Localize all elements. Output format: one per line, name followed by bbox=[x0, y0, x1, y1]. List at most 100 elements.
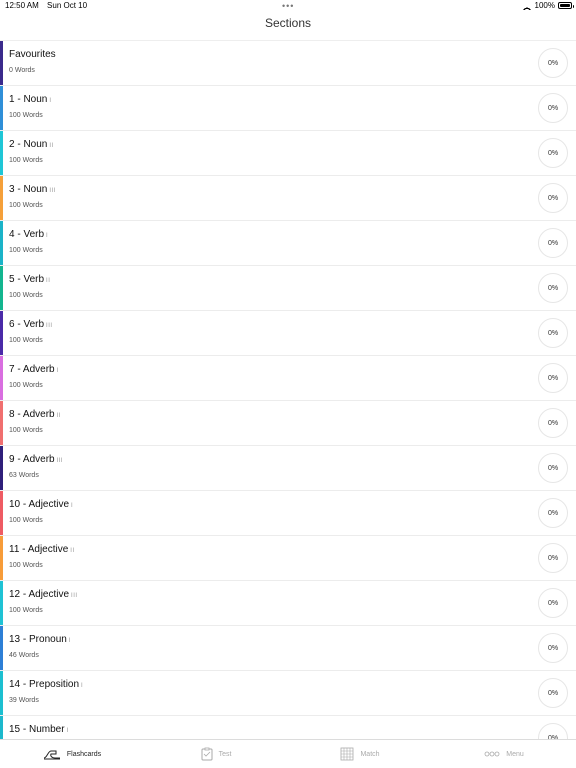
section-color-stripe bbox=[0, 446, 3, 490]
section-level: I bbox=[56, 368, 59, 374]
tab-bar: Flashcards Test Match Menu bbox=[0, 739, 576, 768]
tab-label: Test bbox=[218, 750, 232, 758]
section-title-text: Favourites bbox=[9, 49, 56, 60]
section-row[interactable]: 6 - Verb III 100 Words 0% bbox=[0, 311, 576, 356]
section-level: II bbox=[49, 143, 54, 149]
section-row[interactable]: 2 - Noun II 100 Words 0% bbox=[0, 131, 576, 176]
section-title-text: 2 - Noun bbox=[9, 139, 48, 150]
section-title: 1 - Noun I bbox=[9, 94, 52, 105]
section-title: 13 - Pronoun I bbox=[9, 634, 71, 645]
section-color-stripe bbox=[0, 176, 3, 220]
section-title-text: 14 - Preposition bbox=[9, 679, 80, 690]
section-progress-circle[interactable]: 0% bbox=[538, 138, 568, 168]
status-date: Sun Oct 10 bbox=[47, 1, 88, 10]
section-title-text: 1 - Noun bbox=[9, 94, 48, 105]
section-word-count: 100 Words bbox=[9, 292, 43, 299]
section-progress-circle[interactable]: 0% bbox=[538, 408, 568, 438]
section-progress-circle[interactable]: 0% bbox=[538, 183, 568, 213]
section-row[interactable]: 15 - Number I 0% bbox=[0, 716, 576, 739]
section-progress-circle[interactable]: 0% bbox=[538, 48, 568, 78]
battery-icon bbox=[558, 2, 574, 9]
section-title-text: 12 - Adjective bbox=[9, 589, 70, 600]
section-title: 4 - Verb I bbox=[9, 229, 48, 240]
section-color-stripe bbox=[0, 266, 3, 310]
section-progress-circle[interactable]: 0% bbox=[538, 498, 568, 528]
section-word-count: 100 Words bbox=[9, 562, 43, 569]
tab-match[interactable]: Match bbox=[288, 740, 432, 768]
section-progress-circle[interactable]: 0% bbox=[538, 93, 568, 123]
section-row[interactable]: 1 - Noun I 100 Words 0% bbox=[0, 86, 576, 131]
section-level: II bbox=[46, 278, 51, 284]
section-row[interactable]: 4 - Verb I 100 Words 0% bbox=[0, 221, 576, 266]
section-progress-circle[interactable]: 0% bbox=[538, 228, 568, 258]
tab-flashcards[interactable]: Flashcards bbox=[0, 740, 144, 768]
wifi-icon bbox=[521, 1, 532, 10]
multitasking-dots-icon[interactable]: ••• bbox=[282, 2, 294, 11]
section-progress-circle[interactable]: 0% bbox=[538, 273, 568, 303]
section-row[interactable]: 7 - Adverb I 100 Words 0% bbox=[0, 356, 576, 401]
section-progress-circle[interactable]: 0% bbox=[538, 318, 568, 348]
tab-label: Match bbox=[360, 750, 380, 758]
section-row[interactable]: 11 - Adjective II 100 Words 0% bbox=[0, 536, 576, 581]
section-color-stripe bbox=[0, 86, 3, 130]
section-title: 10 - Adjective I bbox=[9, 499, 73, 510]
section-word-count: 100 Words bbox=[9, 202, 43, 209]
section-level: I bbox=[68, 638, 71, 644]
section-title: 3 - Noun III bbox=[9, 184, 56, 195]
section-title: 7 - Adverb I bbox=[9, 364, 59, 375]
test-icon bbox=[201, 747, 213, 761]
section-word-count: 100 Words bbox=[9, 112, 43, 119]
section-level: I bbox=[66, 728, 69, 734]
section-color-stripe bbox=[0, 401, 3, 445]
section-progress-circle[interactable]: 0% bbox=[538, 678, 568, 708]
section-title: 14 - Preposition I bbox=[9, 679, 83, 690]
section-color-stripe bbox=[0, 41, 3, 85]
section-row[interactable]: 14 - Preposition I 39 Words 0% bbox=[0, 671, 576, 716]
section-word-count: 100 Words bbox=[9, 382, 43, 389]
section-level: III bbox=[49, 188, 56, 194]
section-title-text: 6 - Verb bbox=[9, 319, 45, 330]
section-level: I bbox=[49, 98, 52, 104]
section-row[interactable]: 5 - Verb II 100 Words 0% bbox=[0, 266, 576, 311]
section-title: 6 - Verb III bbox=[9, 319, 53, 330]
section-word-count: 39 Words bbox=[9, 697, 39, 704]
section-row[interactable]: 3 - Noun III 100 Words 0% bbox=[0, 176, 576, 221]
page-title: Sections bbox=[264, 16, 312, 30]
section-list[interactable]: Favourites 0 Words 0% 1 - Noun I 100 Words 0% 2… bbox=[0, 40, 576, 739]
status-time: 12:50 AM bbox=[5, 1, 39, 10]
match-icon bbox=[340, 747, 354, 761]
section-title: 5 - Verb II bbox=[9, 274, 50, 285]
section-word-count: 46 Words bbox=[9, 652, 39, 659]
section-level: I bbox=[71, 503, 74, 509]
section-progress-circle[interactable]: 0% bbox=[538, 363, 568, 393]
section-word-count: 100 Words bbox=[9, 337, 43, 344]
section-word-count: 100 Words bbox=[9, 517, 43, 524]
section-progress-circle[interactable]: 0% bbox=[538, 723, 568, 739]
section-title-text: 11 - Adjective bbox=[9, 544, 69, 555]
section-progress-circle[interactable]: 0% bbox=[538, 588, 568, 618]
section-title-text: 5 - Verb bbox=[9, 274, 45, 285]
section-title: 2 - Noun II bbox=[9, 139, 54, 150]
section-row[interactable]: 12 - Adjective III 100 Words 0% bbox=[0, 581, 576, 626]
section-progress-circle[interactable]: 0% bbox=[538, 453, 568, 483]
section-color-stripe bbox=[0, 491, 3, 535]
section-level: II bbox=[56, 413, 61, 419]
section-row[interactable]: Favourites 0 Words 0% bbox=[0, 41, 576, 86]
section-progress-circle[interactable]: 0% bbox=[538, 633, 568, 663]
tab-menu[interactable]: Menu bbox=[432, 740, 576, 768]
status-bar: 12:50 AM Sun Oct 10 ••• 100% bbox=[0, 0, 576, 13]
section-color-stripe bbox=[0, 356, 3, 400]
section-row[interactable]: 9 - Adverb III 63 Words 0% bbox=[0, 446, 576, 491]
section-word-count: 100 Words bbox=[9, 427, 43, 434]
tab-test[interactable]: Test bbox=[144, 740, 288, 768]
section-word-count: 100 Words bbox=[9, 607, 43, 614]
section-progress-circle[interactable]: 0% bbox=[538, 543, 568, 573]
section-color-stripe bbox=[0, 536, 3, 580]
section-title-text: 7 - Adverb bbox=[9, 364, 55, 375]
status-right: 100% bbox=[521, 1, 574, 10]
section-word-count: 0 Words bbox=[9, 67, 35, 74]
section-row[interactable]: 8 - Adverb II 100 Words 0% bbox=[0, 401, 576, 446]
section-row[interactable]: 10 - Adjective I 100 Words 0% bbox=[0, 491, 576, 536]
section-row[interactable]: 13 - Pronoun I 46 Words 0% bbox=[0, 626, 576, 671]
section-title-text: 10 - Adjective bbox=[9, 499, 70, 510]
